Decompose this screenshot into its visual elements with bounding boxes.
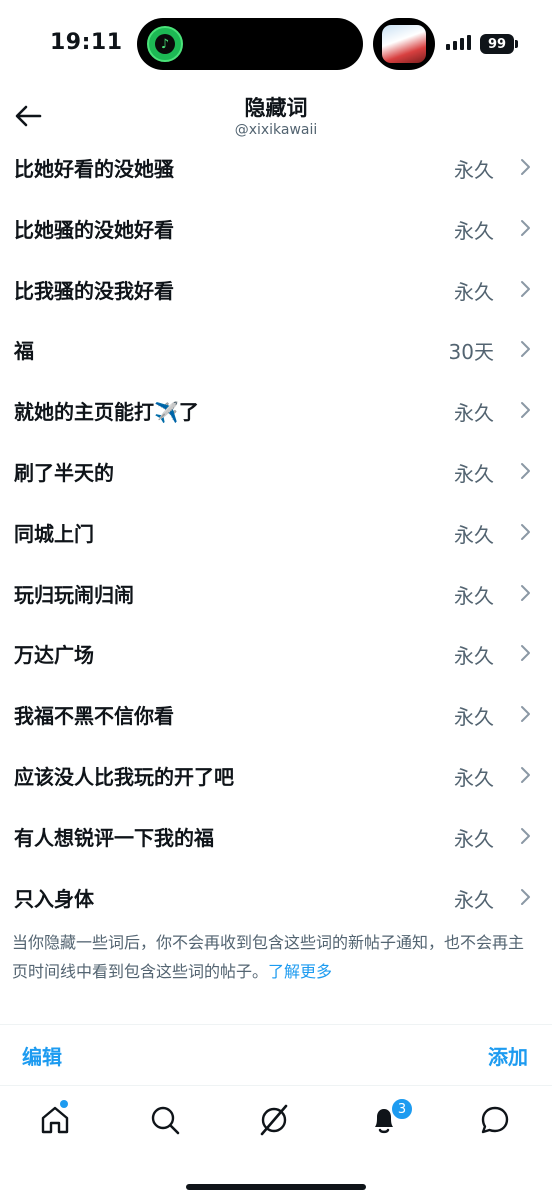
music-note-icon[interactable]: ♪ — [147, 26, 183, 62]
muted-word-duration: 永久 — [454, 401, 494, 426]
messages-icon — [481, 1106, 509, 1134]
chevron-right-icon — [521, 159, 530, 175]
chevron-right-icon — [521, 827, 530, 844]
muted-word-label: 同城上门 — [14, 521, 94, 546]
chevron-right-icon — [521, 888, 530, 905]
status-time: 19:11 — [50, 30, 123, 55]
muted-word-label: 福 — [14, 339, 34, 364]
muted-word-row[interactable]: 比她骚的没她好看 永久 — [0, 198, 552, 259]
muted-word-label: 有人想锐评一下我的福 — [14, 825, 214, 850]
island-game-activity[interactable] — [373, 18, 435, 70]
battery-tip — [515, 40, 518, 48]
home-icon — [41, 1106, 69, 1134]
tab-home[interactable] — [35, 1100, 75, 1140]
muted-word-duration: 永久 — [454, 705, 494, 730]
chevron-right-icon — [521, 584, 530, 601]
unread-dot — [60, 1100, 68, 1108]
muted-word-row[interactable]: 就她的主页能打✈️了 永久 — [0, 380, 552, 441]
status-bar: 19:11 ♪ 99 — [0, 0, 552, 90]
muted-word-duration: 30天 — [448, 340, 494, 365]
muted-word-duration: 永久 — [454, 218, 494, 243]
chevron-right-icon — [521, 219, 530, 236]
dynamic-island[interactable]: ♪ — [137, 18, 363, 70]
notification-count-badge: 3 — [391, 1098, 413, 1120]
tab-search[interactable] — [145, 1100, 185, 1140]
muted-word-row[interactable]: 我福不黑不信你看 永久 — [0, 684, 552, 745]
battery-icon: 99 — [480, 34, 514, 54]
muted-word-duration: 永久 — [454, 826, 494, 851]
muted-word-duration: 永久 — [454, 583, 494, 608]
game-thumbnail-icon — [382, 25, 426, 63]
muted-word-label: 刷了半天的 — [14, 460, 114, 485]
muted-word-duration: 永久 — [454, 158, 494, 182]
muted-word-row[interactable]: 比我骚的没我好看 永久 — [0, 259, 552, 320]
muted-word-label: 玩归玩闹归闹 — [14, 582, 134, 607]
edit-button[interactable]: 编辑 — [22, 1041, 62, 1070]
chevron-right-icon — [521, 341, 530, 358]
signal-icon — [446, 35, 471, 50]
muted-word-label: 我福不黑不信你看 — [14, 704, 174, 729]
battery-level: 99 — [487, 36, 507, 52]
chevron-right-icon — [521, 462, 530, 479]
muted-word-row[interactable]: 刷了半天的 永久 — [0, 441, 552, 502]
muted-word-row[interactable]: 比她好看的没她骚 永久 — [0, 137, 552, 198]
muted-words-explanation: 当你隐藏一些词后，你不会再收到包含这些词的新帖子通知，也不会再主页时间线中看到包… — [12, 928, 538, 986]
grok-icon — [260, 1104, 288, 1136]
muted-word-duration: 永久 — [454, 522, 494, 547]
chevron-right-icon — [521, 766, 530, 783]
muted-word-row[interactable]: 有人想锐评一下我的福 永久 — [0, 806, 552, 867]
muted-word-duration: 永久 — [454, 461, 494, 486]
chevron-right-icon — [521, 280, 530, 297]
home-indicator[interactable] — [186, 1184, 366, 1190]
account-handle: @xixikawaii — [234, 122, 318, 138]
muted-word-label: 就她的主页能打✈️了 — [14, 400, 199, 425]
muted-word-duration: 永久 — [454, 887, 494, 912]
muted-word-label: 万达广场 — [14, 643, 94, 668]
chevron-right-icon — [521, 402, 530, 419]
footer-actions: 编辑 添加 — [0, 1025, 552, 1085]
bottom-tab-bar — [0, 1086, 552, 1156]
muted-word-row[interactable]: 只入身体 永久 — [0, 867, 552, 928]
muted-word-duration: 永久 — [454, 279, 494, 304]
page-title: 隐藏词 — [244, 96, 308, 120]
muted-word-label: 比我骚的没我好看 — [14, 278, 174, 303]
muted-word-label: 比她好看的没她骚 — [14, 157, 174, 181]
muted-word-row[interactable]: 应该没人比我玩的开了吧 永久 — [0, 745, 552, 806]
muted-word-row[interactable]: 同城上门 永久 — [0, 502, 552, 563]
tab-messages[interactable] — [475, 1100, 515, 1140]
muted-word-label: 只入身体 — [14, 886, 94, 911]
muted-words-list: 比她好看的没她骚 永久 比她骚的没她好看 永久 比我骚的没我好看 永久 福 30… — [0, 137, 552, 927]
chevron-right-icon — [521, 523, 530, 540]
muted-word-row[interactable]: 福 30天 — [0, 319, 552, 380]
tab-grok[interactable] — [254, 1100, 294, 1140]
add-button[interactable]: 添加 — [488, 1041, 528, 1070]
chevron-right-icon — [521, 645, 530, 662]
muted-word-row[interactable]: 玩归玩闹归闹 永久 — [0, 563, 552, 624]
muted-word-row[interactable]: 万达广场 永久 — [0, 623, 552, 684]
chevron-right-icon — [521, 706, 530, 723]
muted-word-label: 应该没人比我玩的开了吧 — [14, 764, 234, 789]
muted-word-label: 比她骚的没她好看 — [14, 217, 174, 242]
muted-word-duration: 永久 — [454, 644, 494, 669]
learn-more-link[interactable]: 了解更多 — [268, 962, 332, 981]
search-icon — [151, 1106, 180, 1135]
muted-word-duration: 永久 — [454, 765, 494, 790]
